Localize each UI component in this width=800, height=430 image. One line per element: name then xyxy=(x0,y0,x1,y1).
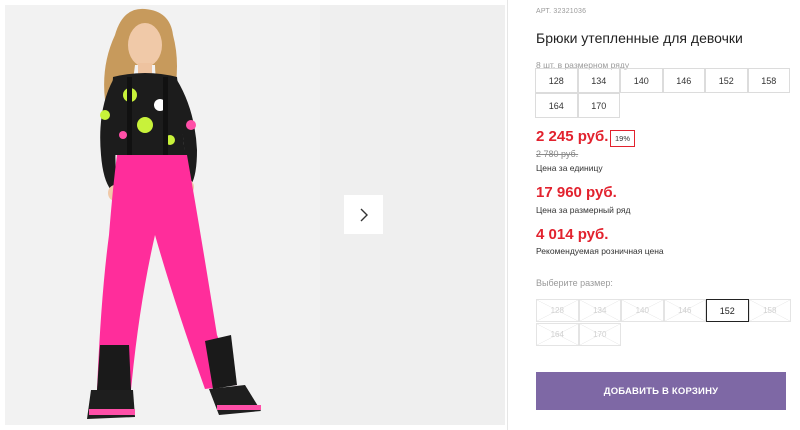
size-row-cell: 134 xyxy=(577,68,620,93)
unit-price: 2 245 руб. xyxy=(536,128,609,145)
size-option-disabled[interactable]: 140 xyxy=(621,299,664,322)
article-number: АРТ. 32321036 xyxy=(536,8,587,15)
size-row-cell: 128 xyxy=(535,68,578,93)
size-row-cell: 164 xyxy=(535,93,578,118)
size-option-disabled[interactable]: 146 xyxy=(663,299,706,322)
retail-price-caption: Рекомендуемая розничная цена xyxy=(536,246,664,256)
size-row-cell: 152 xyxy=(705,68,748,93)
size-row-cell: 140 xyxy=(620,68,663,93)
size-picker: 128 134 140 146 152 158 164 170 xyxy=(536,299,791,347)
size-option-disabled[interactable]: 170 xyxy=(578,323,621,346)
product-gallery xyxy=(5,5,505,425)
gallery-next-button[interactable] xyxy=(344,195,383,234)
size-option-disabled[interactable]: 164 xyxy=(536,323,579,346)
product-page: АРТ. 32321036 Брюки утепленные для девоч… xyxy=(0,0,800,430)
size-row-price-caption: Цена за размерный ряд xyxy=(536,205,631,215)
size-row-cell: 146 xyxy=(662,68,705,93)
old-price: 2 780 руб. xyxy=(536,149,579,159)
choose-size-label: Выберите размер: xyxy=(536,278,613,288)
chevron-right-icon xyxy=(360,208,368,221)
add-to-cart-button[interactable]: ДОБАВИТЬ В КОРЗИНУ xyxy=(536,372,786,410)
discount-badge: 19% xyxy=(610,130,636,147)
panel-divider xyxy=(507,0,508,430)
size-row-cell: 158 xyxy=(747,68,790,93)
unit-price-caption: Цена за единицу xyxy=(536,163,603,173)
size-row-price: 17 960 руб. xyxy=(536,184,617,201)
size-option-selected[interactable]: 152 xyxy=(706,299,749,322)
product-title: Брюки утепленные для девочки xyxy=(536,30,743,46)
size-option-disabled[interactable]: 128 xyxy=(536,299,579,322)
girl-in-pink-pants-illustration xyxy=(5,5,320,425)
size-row-grid: 128 134 140 146 152 158 164 170 xyxy=(535,68,791,119)
retail-price: 4 014 руб. xyxy=(536,226,609,243)
size-option-disabled[interactable]: 134 xyxy=(578,299,621,322)
size-row-cell: 170 xyxy=(577,93,620,118)
size-option-disabled[interactable]: 158 xyxy=(748,299,791,322)
product-photo[interactable] xyxy=(5,5,320,425)
